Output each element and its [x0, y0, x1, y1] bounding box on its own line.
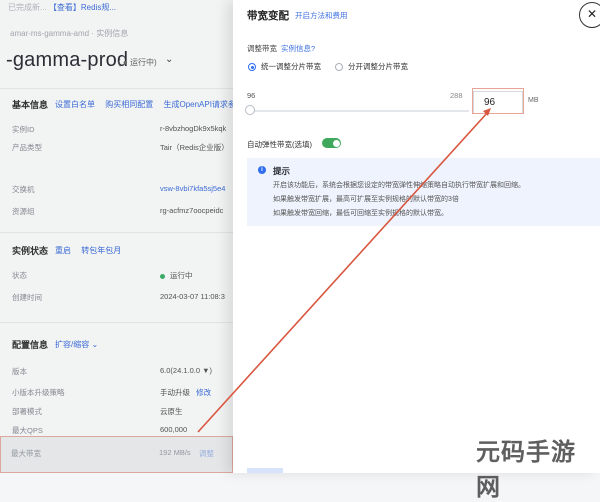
radio-unified-shard-bandwidth[interactable]: 统一调整分片带宽: [248, 61, 321, 72]
auto-elastic-bandwidth-label: 自动弹性带宽(选填): [247, 140, 312, 149]
adjust-bandwidth-label: 调整带宽 实例信息?: [247, 43, 315, 54]
info-icon: i: [258, 166, 266, 174]
bandwidth-slider-handle[interactable]: [245, 105, 255, 115]
site-watermark: 元码手游网: [476, 438, 576, 501]
radio-separate-shard-bandwidth[interactable]: 分开调整分片带宽: [335, 61, 408, 72]
bandwidth-input-highlight: [472, 88, 524, 114]
instance-info-link[interactable]: 实例信息?: [281, 44, 315, 53]
radio-unselected-icon[interactable]: [335, 63, 343, 72]
slider-max-label: 288: [450, 91, 463, 100]
overlay-mask[interactable]: [0, 0, 233, 473]
tip-line: 如果触发带宽回缩，最低可回缩至实例规格的默认带宽。: [273, 210, 448, 217]
enable-method-fee-link[interactable]: 开启方法和费用: [295, 10, 348, 21]
radio-selected-icon[interactable]: [248, 63, 256, 72]
slider-min-label: 96: [247, 91, 256, 100]
bandwidth-change-drawer: 带宽变配 开启方法和费用 ✕ 调整带宽 实例信息? 统一调整分片带宽 分开调整分片…: [233, 0, 600, 473]
adjust-bandwidth-label-text: 调整带宽: [247, 44, 277, 53]
drawer-title: 带宽变配: [247, 10, 289, 22]
auto-elastic-bandwidth-toggle[interactable]: [322, 138, 341, 148]
radio-label: 分开调整分片带宽: [348, 62, 408, 71]
bandwidth-unit: MB: [528, 97, 539, 104]
bandwidth-slider-track[interactable]: [249, 110, 469, 112]
tip-title: 提示: [273, 166, 291, 176]
radio-label: 统一调整分片带宽: [261, 62, 321, 71]
tip-box: i 提示 开启该功能后，系统会根据您设定的带宽弹性伸缩策略自动执行带宽扩展和回缩…: [247, 158, 600, 226]
close-icon[interactable]: ✕: [579, 2, 600, 28]
tip-line: 开启该功能后，系统会根据您设定的带宽弹性伸缩策略自动执行带宽扩展和回缩。: [273, 182, 525, 189]
confirm-button[interactable]: [247, 468, 283, 473]
tip-line: 如果触发带宽扩展，最高可扩展至实例规格的默认带宽的3倍: [273, 196, 459, 203]
